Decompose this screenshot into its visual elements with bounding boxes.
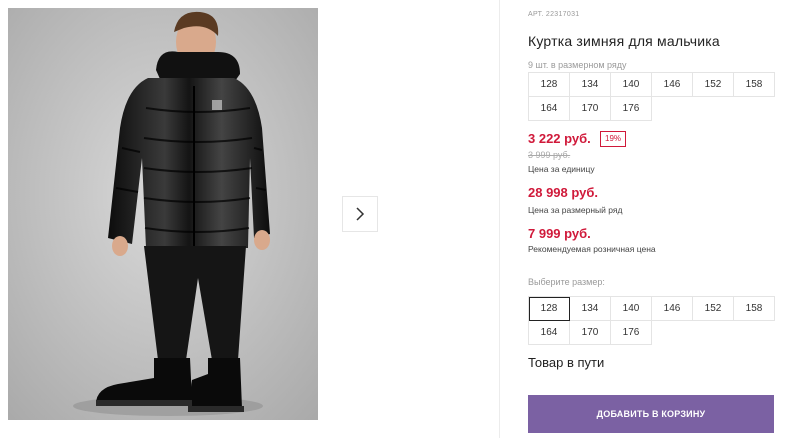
size-option[interactable]: 176 <box>611 321 652 345</box>
unit-price: 3 222 руб. <box>528 131 591 146</box>
size-selector: 128 134 140 146 152 158 164 170 176 <box>528 296 775 345</box>
pack-price: 28 998 руб. <box>528 185 599 200</box>
size-option[interactable]: 170 <box>570 321 611 345</box>
divider <box>499 0 500 438</box>
pack-size-grid: 128 134 140 146 152 158 164 170 176 <box>528 72 775 121</box>
product-title: Куртка зимняя для мальчика <box>528 33 720 49</box>
size-option[interactable]: 158 <box>734 297 775 321</box>
product-page: АРТ. 22317031 Куртка зимняя для мальчика… <box>0 0 800 438</box>
rrp-price: 7 999 руб. <box>528 226 591 241</box>
add-to-cart-button[interactable]: ДОБАВИТЬ В КОРЗИНУ <box>528 395 774 433</box>
size-option[interactable]: 134 <box>570 297 611 321</box>
next-image-button[interactable] <box>342 196 378 232</box>
old-price: 3 999 руб. <box>528 150 571 160</box>
pack-size-cell: 134 <box>570 73 611 97</box>
discount-badge: 19% <box>600 131 627 147</box>
rrp-price-caption: Рекомендуемая розничная цена <box>528 244 656 254</box>
size-option-selected[interactable]: 128 <box>529 297 570 321</box>
pack-size-cell: 176 <box>611 97 652 121</box>
choose-size-label: Выберите размер: <box>528 277 605 287</box>
product-photo[interactable] <box>8 8 318 420</box>
product-gallery <box>0 0 500 438</box>
pack-size-label: 9 шт. в размерном ряду <box>528 60 627 70</box>
pack-price-caption: Цена за размерный ряд <box>528 205 623 215</box>
pack-size-cell: 140 <box>611 73 652 97</box>
pack-size-cell: 158 <box>734 73 775 97</box>
size-option[interactable]: 152 <box>693 297 734 321</box>
availability-status: Товар в пути <box>528 355 605 370</box>
unit-price-caption: Цена за единицу <box>528 164 595 174</box>
size-option[interactable]: 146 <box>652 297 693 321</box>
article-number: АРТ. 22317031 <box>528 11 580 18</box>
pack-size-cell: 146 <box>652 73 693 97</box>
pack-size-cell: 170 <box>570 97 611 121</box>
size-option[interactable]: 164 <box>529 321 570 345</box>
size-option[interactable]: 140 <box>611 297 652 321</box>
pack-size-cell: 152 <box>693 73 734 97</box>
pack-size-cell: 164 <box>529 97 570 121</box>
chevron-right-icon <box>356 207 365 221</box>
pack-size-cell: 128 <box>529 73 570 97</box>
